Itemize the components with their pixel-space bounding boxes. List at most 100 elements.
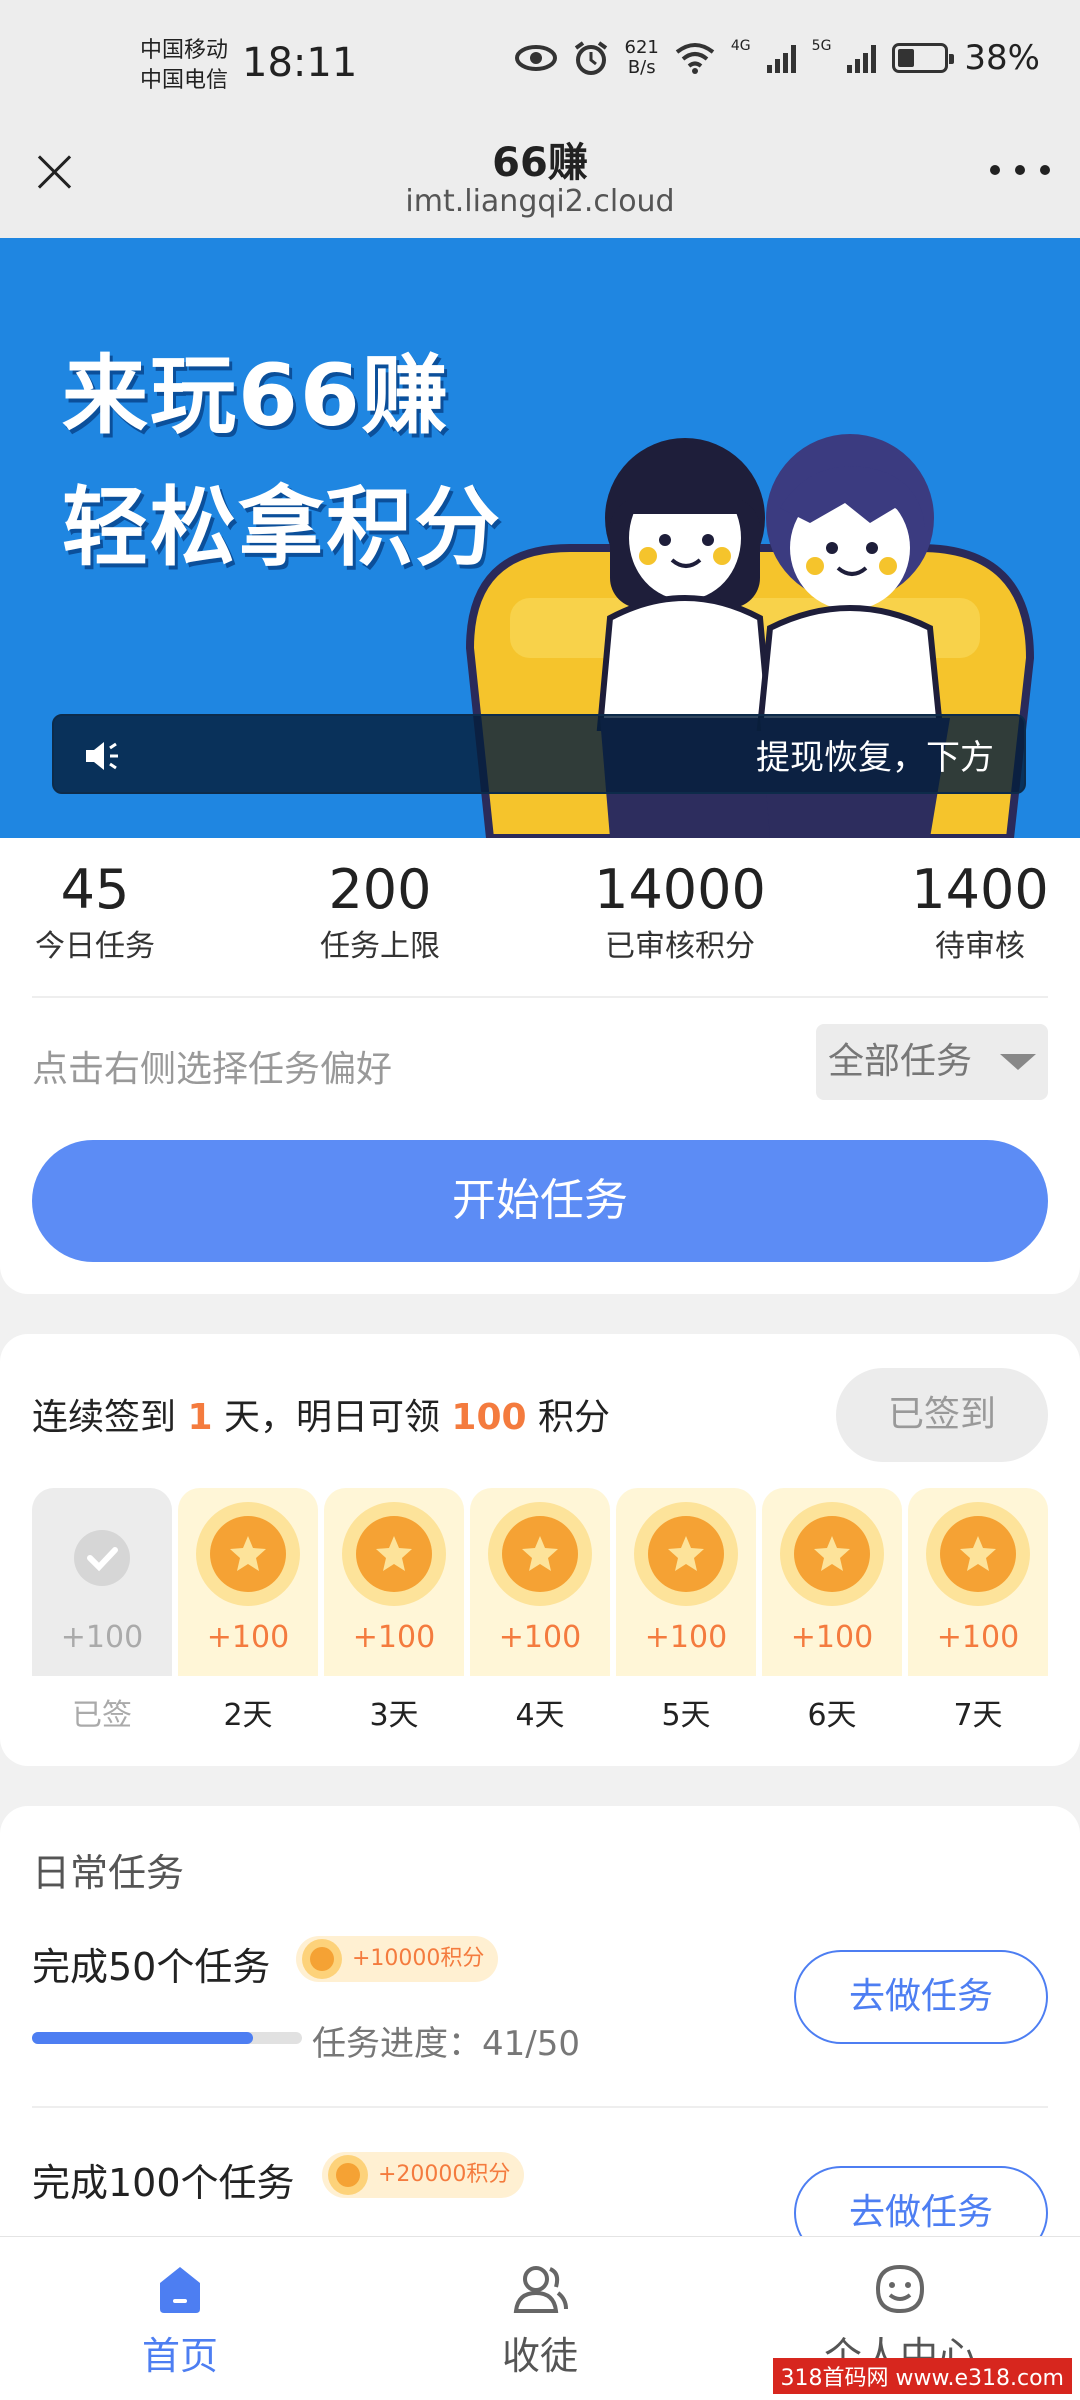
stat-label: 已审核积分 xyxy=(605,929,755,964)
task-progress-bar xyxy=(32,2032,302,2044)
task-progress-fill xyxy=(32,2032,254,2044)
daily-tasks-card: 日常任务 完成50个任务 +10000积分 任务进度：41/50 去做任务 完成… xyxy=(0,1806,1080,2306)
home-icon xyxy=(150,2261,210,2317)
day-label: 4天 xyxy=(515,1698,565,1733)
stat-label: 待审核 xyxy=(935,929,1025,964)
task-preference-select[interactable]: 全部任务 xyxy=(816,1024,1048,1100)
carrier-2: 中国电信 xyxy=(140,68,229,93)
star-coin-icon xyxy=(196,1502,300,1606)
wifi-icon xyxy=(675,43,715,74)
bottom-tab-bar: 首页 收徒 个人中心 318首码网 www.e318.com xyxy=(0,2236,1080,2400)
banner[interactable]: 来玩66赚 轻松拿积分 提现恢复，下方 xyxy=(0,238,1080,838)
stat-value: 14000 xyxy=(594,858,766,921)
dropdown-triangle-icon xyxy=(1000,1054,1036,1070)
reward-badge: +20000积分 xyxy=(322,2152,525,2198)
stat-approved-points: 14000 已审核积分 xyxy=(580,858,780,965)
notice-bar[interactable]: 提现恢复，下方 xyxy=(52,714,1026,794)
signin-prefix: 连续签到 xyxy=(32,1397,188,1438)
battery-icon xyxy=(892,43,955,73)
network-type-1: 4G xyxy=(730,38,751,54)
page-url: imt.liangqi2.cloud xyxy=(405,184,675,219)
star-coin-icon xyxy=(488,1502,592,1606)
page-title: 66赚 xyxy=(492,140,588,186)
nav-bar: 66赚 imt.liangqi2.cloud xyxy=(0,130,1080,238)
signin-day-box: +100 xyxy=(470,1488,610,1676)
signin-day-box: +100 xyxy=(762,1488,902,1676)
notice-text: 提现恢复，下方 xyxy=(756,738,994,778)
net-speed: 621 B/s xyxy=(625,38,659,78)
signin-points: 100 xyxy=(451,1397,527,1438)
task-preference-value: 全部任务 xyxy=(828,1041,973,1082)
battery-percent: 38% xyxy=(964,38,1040,78)
reward-text: +20000积分 xyxy=(378,2162,511,2187)
day-points: +100 xyxy=(498,1620,582,1655)
signin-day-3: +100 3天 xyxy=(324,1488,464,1734)
star-coin-icon xyxy=(634,1502,738,1606)
signin-day-4: +100 4天 xyxy=(470,1488,610,1734)
carrier-1: 中国移动 xyxy=(140,38,229,63)
signin-suffix: 积分 xyxy=(526,1397,611,1438)
day-label: 3天 xyxy=(369,1698,419,1733)
watermark: 318首码网 www.e318.com xyxy=(772,2358,1072,2394)
more-button[interactable] xyxy=(990,160,1050,180)
signin-day-box: +100 xyxy=(324,1488,464,1676)
signin-card: 连续签到 1 天，明日可领 100 积分 已签到 +100 已签 +100 2天… xyxy=(0,1334,1080,1766)
stat-value: 200 xyxy=(328,858,432,921)
check-icon xyxy=(74,1530,130,1586)
speaker-icon xyxy=(86,742,118,770)
signin-middle: 天，明日可领 xyxy=(212,1397,452,1438)
banner-line-1: 来玩66赚 xyxy=(62,346,450,446)
star-coin-icon xyxy=(342,1502,446,1606)
signed-in-button[interactable]: 已签到 xyxy=(836,1368,1048,1462)
stat-value: 1400 xyxy=(911,858,1049,921)
signin-day-5: +100 5天 xyxy=(616,1488,756,1734)
alarm-icon xyxy=(574,41,607,75)
tab-apprentice[interactable]: 收徒 xyxy=(390,2261,690,2380)
signin-day-7: +100 7天 xyxy=(908,1488,1048,1734)
signin-day-box: +100 xyxy=(32,1488,172,1676)
stat-label: 任务上限 xyxy=(320,929,440,964)
network-type-2: 5G xyxy=(811,38,832,54)
net-speed-unit: B/s xyxy=(627,57,656,78)
start-task-button[interactable]: 开始任务 xyxy=(32,1140,1048,1262)
tab-label: 首页 xyxy=(141,2334,218,2378)
signin-day-2: +100 2天 xyxy=(178,1488,318,1734)
users-icon xyxy=(510,2261,570,2317)
banner-title: 来玩66赚 轻松拿积分 xyxy=(62,330,502,594)
day-points: +100 xyxy=(60,1620,144,1655)
task-progress-text: 任务进度：41/50 xyxy=(312,2024,580,2064)
task-name: 完成100个任务 xyxy=(32,2161,295,2205)
day-points: +100 xyxy=(644,1620,728,1655)
day-label: 7天 xyxy=(953,1698,1003,1733)
stats-row: 45 今日任务 200 任务上限 14000 已审核积分 1400 待审核 xyxy=(0,858,1080,978)
stat-task-limit: 200 任务上限 xyxy=(300,858,460,965)
do-task-button[interactable]: 去做任务 xyxy=(794,1950,1048,2044)
signin-day-box: +100 xyxy=(178,1488,318,1676)
star-coin-icon xyxy=(926,1502,1030,1606)
signin-days: 1 xyxy=(187,1397,213,1438)
reward-text: +10000积分 xyxy=(352,1946,485,1971)
day-label: 6天 xyxy=(807,1698,857,1733)
smile-face-icon xyxy=(870,2261,930,2317)
signal-icon xyxy=(766,43,796,73)
star-coin-icon xyxy=(780,1502,884,1606)
divider xyxy=(32,2106,1048,2108)
divider xyxy=(32,996,1048,998)
stat-today-tasks: 45 今日任务 xyxy=(20,858,170,965)
reward-badge: +10000积分 xyxy=(296,1936,499,1982)
day-points: +100 xyxy=(936,1620,1020,1655)
stat-pending-review: 1400 待审核 xyxy=(900,858,1060,965)
day-points: +100 xyxy=(206,1620,290,1655)
clock: 18:11 xyxy=(242,40,358,86)
signin-summary: 连续签到 1 天，明日可领 100 积分 xyxy=(32,1388,610,1440)
tab-home[interactable]: 首页 xyxy=(30,2261,330,2380)
status-bar: 中国移动 中国电信 18:11 621 B/s 4G 5G 38% xyxy=(0,0,1080,130)
status-icons: 621 B/s 4G 5G 38% xyxy=(514,38,1040,78)
stat-value: 45 xyxy=(60,858,130,921)
day-label: 2天 xyxy=(223,1698,273,1733)
banner-line-2: 轻松拿积分 xyxy=(62,478,502,578)
signin-day-6: +100 6天 xyxy=(762,1488,902,1734)
day-label: 已签 xyxy=(72,1698,132,1733)
day-points: +100 xyxy=(352,1620,436,1655)
signin-days-row: +100 已签 +100 2天 +100 3天 +100 4天 +100 5天 … xyxy=(32,1488,1048,1756)
